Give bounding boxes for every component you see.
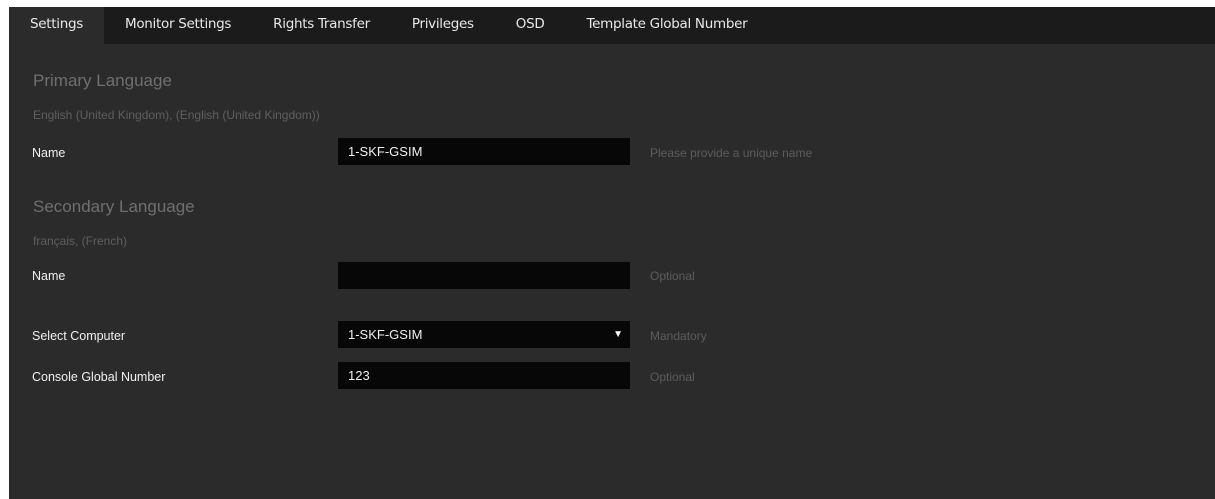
select-computer-label: Select Computer bbox=[32, 329, 126, 343]
secondary-language-title: Secondary Language bbox=[33, 197, 195, 216]
primary-language-value: English (United Kingdom), (English (Unit… bbox=[33, 108, 320, 122]
tab-privileges[interactable]: Privileges bbox=[391, 7, 495, 44]
secondary-name-hint: Optional bbox=[650, 269, 695, 283]
primary-name-label: Name bbox=[32, 146, 66, 160]
tab-bar: Settings Monitor Settings Rights Transfe… bbox=[9, 7, 1215, 44]
secondary-language-value: français, (French) bbox=[33, 234, 128, 248]
secondary-name-input[interactable] bbox=[338, 262, 630, 289]
tab-settings[interactable]: Settings bbox=[9, 7, 104, 44]
select-computer-hint: Mandatory bbox=[650, 329, 707, 343]
caret-down-icon: ▼ bbox=[613, 329, 623, 340]
settings-panel: Settings Monitor Settings Rights Transfe… bbox=[9, 7, 1215, 499]
tab-rights-transfer[interactable]: Rights Transfer bbox=[252, 7, 391, 44]
primary-name-hint: Please provide a unique name bbox=[650, 146, 813, 160]
console-global-number-hint: Optional bbox=[650, 370, 695, 384]
tab-template-global-number[interactable]: Template Global Number bbox=[565, 7, 768, 44]
select-computer-dropdown[interactable]: 1-SKF-GSIM ▼ bbox=[338, 321, 630, 348]
tab-osd[interactable]: OSD bbox=[495, 7, 566, 44]
console-global-number-label: Console Global Number bbox=[32, 370, 166, 384]
console-global-number-input[interactable] bbox=[338, 362, 630, 389]
primary-language-title: Primary Language bbox=[33, 71, 172, 90]
secondary-name-label: Name bbox=[32, 269, 66, 283]
tab-monitor-settings[interactable]: Monitor Settings bbox=[104, 7, 252, 44]
select-computer-value: 1-SKF-GSIM bbox=[348, 327, 423, 342]
primary-name-input[interactable] bbox=[338, 138, 630, 165]
